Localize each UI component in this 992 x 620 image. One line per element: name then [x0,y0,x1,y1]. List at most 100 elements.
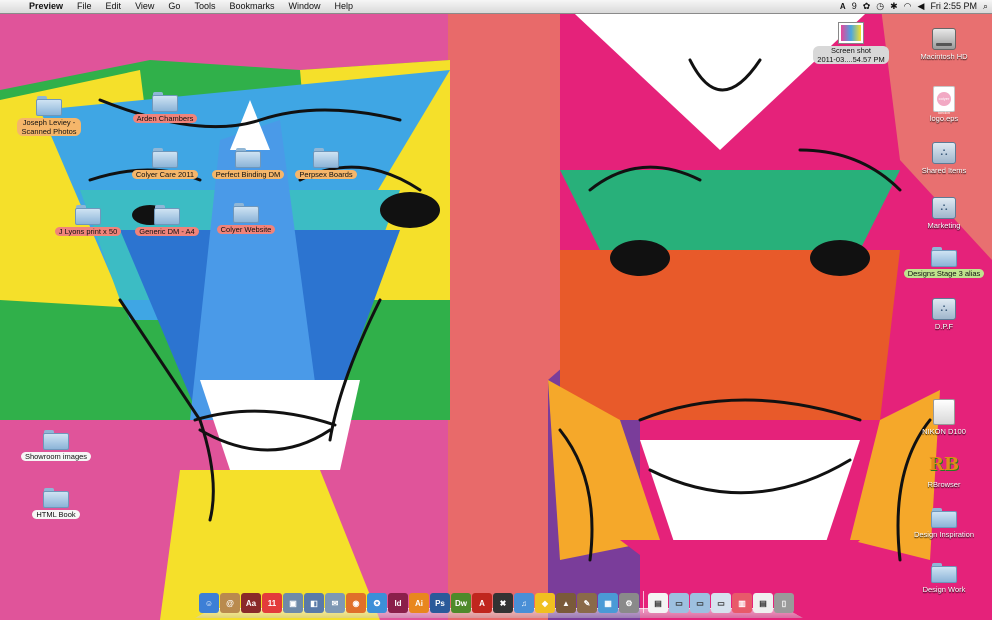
dictionary-icon[interactable]: Aa [241,593,261,613]
image-file-icon [838,22,864,44]
network-volume-icon: ⛬ [932,142,956,164]
time-machine-icon[interactable]: ◷ [876,0,884,13]
illustrator-icon[interactable]: Ai [409,593,429,613]
folder-icon [931,508,957,528]
mail-icon[interactable]: ✉ [325,593,345,613]
desktop-folder-label: Arden Chambers [132,114,198,123]
dreamweaver-icon[interactable]: Dw [451,593,471,613]
downloads-icon[interactable]: ▭ [711,593,731,613]
folder-stack-icon[interactable]: ▭ [669,593,689,613]
spotlight-icon[interactable]: ⌕ [983,0,988,13]
desktop-dpf[interactable]: ⛬ D.P.F [899,298,989,331]
desktop-logo-eps[interactable]: colyer london logo.eps [899,86,989,123]
system-prefs-icon[interactable]: ⚙ [619,593,639,613]
menu-go[interactable]: Go [161,0,187,13]
desktop-folder-colyer-website[interactable]: Colyer Website [201,203,291,234]
bluetooth-icon[interactable]: ✱ [890,0,898,13]
folder-icon [43,488,69,508]
finder-icon[interactable]: ☺ [199,593,219,613]
desktop-item-label: Design Inspiration [913,530,975,539]
desktop-macintosh-hd[interactable]: Macintosh HD [899,28,989,61]
xmarks-icon[interactable]: ✖ [493,593,513,613]
desktop-folder-j-lyons[interactable]: J Lyons print x 50 [43,205,133,236]
preview2-icon[interactable]: ▦ [598,593,618,613]
folder-alias-icon [931,247,957,267]
desktop-folder-label: Joseph Leviey - Scanned Photos [17,118,81,136]
photoshop-icon[interactable]: Ps [430,593,450,613]
desktop-item-label: NIKON D100 [922,427,966,436]
acrobat-icon[interactable]: A [472,593,492,613]
desktop-item-label: Macintosh HD [920,52,968,61]
photo-icon[interactable]: ◧ [304,593,324,613]
menu-app-name[interactable]: Preview [22,0,70,13]
desktop-folder-arden-chambers[interactable]: Arden Chambers [120,92,210,123]
folder-icon [152,92,178,112]
folder-stack-icon[interactable]: ▭ [690,593,710,613]
dock-icons: ☺ @ Aa 11 ▣ ◧ ✉ ◉ ✪ Id Ai Ps Dw A ✖ ♫ ◆ ▲ ✎ ▦ ⚙ ▤ ▭ ▭ ▭ ▥ ▤ ▯ [199,591,794,613]
menu-file[interactable]: File [70,0,99,13]
desktop-rbrowser[interactable]: RB RBrowser [899,452,989,489]
desktop-shared-items[interactable]: ⛬ Shared Items [899,142,989,175]
safari-icon[interactable]: ✪ [367,593,387,613]
desktop-folder-label: Perpsex Boards [295,170,357,179]
desktop-item-label: Marketing [927,221,961,230]
menu-bookmarks[interactable]: Bookmarks [222,0,281,13]
brush-icon[interactable]: ✎ [577,593,597,613]
desktop-nikon-d100[interactable]: NIKON D100 [899,399,989,436]
folder-icon [36,96,62,116]
firefox-icon[interactable]: ◉ [346,593,366,613]
wifi-icon[interactable]: ◠ [904,0,912,13]
desktop-folder-perpsex-boards[interactable]: Perpsex Boards [281,148,371,179]
desktop-folder-perfect-binding[interactable]: Perfect Binding DM [203,148,293,179]
desktop-folder-joseph-leviey[interactable]: Joseph Leviey - Scanned Photos [4,96,94,136]
desktop-design-inspiration[interactable]: Design Inspiration [899,508,989,539]
docs-stack-icon[interactable]: ▤ [753,593,773,613]
preview-icon[interactable]: ▣ [283,593,303,613]
menu-window[interactable]: Window [281,0,327,13]
keynote-icon[interactable]: ▲ [556,593,576,613]
desktop-folder-label: Generic DM - A4 [135,227,199,236]
folder-icon [152,148,178,168]
trash-icon[interactable]: ▯ [774,593,794,613]
desktop-marketing[interactable]: ⛬ Marketing [899,197,989,230]
desktop-folder-colyer-care[interactable]: Colyer Care 2011 [120,148,210,179]
eps-thumb-text: colyer london [937,92,951,115]
desktop-item-label: Design Work [922,585,966,594]
dock-separator [643,591,644,613]
desktop-folder-label: HTML Book [32,510,80,519]
menu-tools[interactable]: Tools [187,0,222,13]
desktop-folder-html-book[interactable]: HTML Book [11,488,101,519]
folder-icon [931,563,957,583]
desktop-folder-generic-dm[interactable]: Generic DM - A4 [122,205,212,236]
folder-icon [235,148,261,168]
rbrowser-app-icon: RB [928,454,960,475]
volume-icon[interactable]: ◀ [918,0,925,13]
desktop-folder-label: J Lyons print x 50 [54,227,122,236]
indesign-icon[interactable]: Id [388,593,408,613]
removable-disk-icon [933,399,955,425]
menu-edit[interactable]: Edit [99,0,129,13]
sync-icon[interactable]: ✿ [863,0,871,13]
cyberduck-icon[interactable]: ◆ [535,593,555,613]
document-icon[interactable]: ▤ [648,593,668,613]
itunes-icon[interactable]: ♫ [514,593,534,613]
ical-icon[interactable]: 11 [262,593,282,613]
adobe-updater-icon[interactable]: A [840,0,846,13]
folder-icon [313,148,339,168]
desktop-screenshot-file[interactable]: Screen shot 2011-03....54.57 PM [806,22,896,64]
folder-icon [233,203,259,223]
menu-help[interactable]: Help [327,0,360,13]
desktop-item-label: RBrowser [927,480,961,489]
desktop-item-label: Shared Items [921,166,967,175]
desktop-designs-stage-3-alias[interactable]: Designs Stage 3 alias [899,247,989,278]
menu-bar: Preview File Edit View Go Tools Bookmark… [0,0,992,14]
desktop-design-work[interactable]: Design Work [899,563,989,594]
pictures-stack-icon[interactable]: ▥ [732,593,752,613]
menu-view[interactable]: View [128,0,161,13]
desktop-folder-label: Perfect Binding DM [211,170,285,179]
desktop-folder-showroom-images[interactable]: Showroom images [11,430,101,461]
clock[interactable]: Fri 2:55 PM [930,0,977,13]
folder-icon [75,205,101,225]
folder-icon [43,430,69,450]
address-book-icon[interactable]: @ [220,593,240,613]
